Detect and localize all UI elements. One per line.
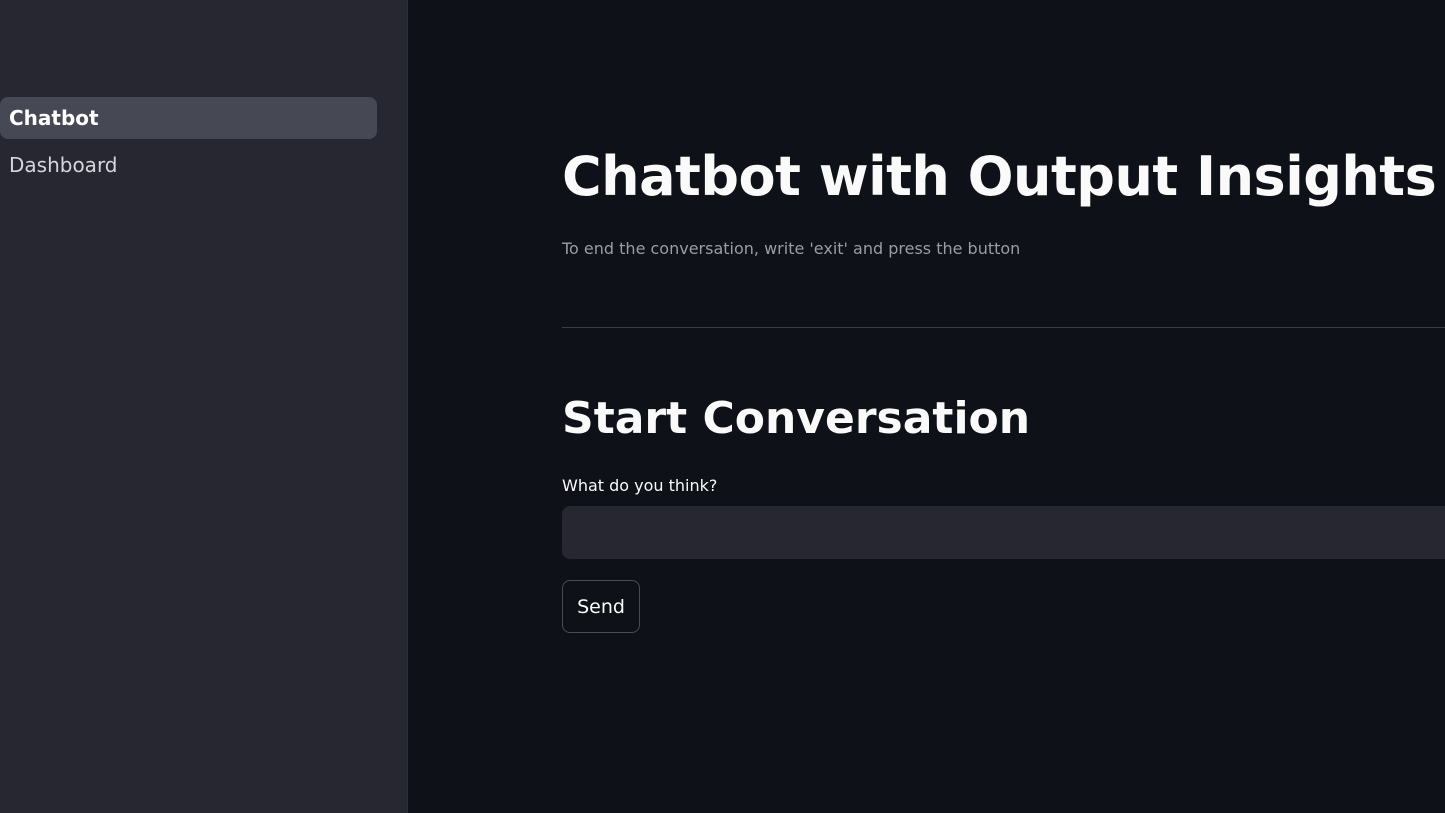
sidebar: Chatbot Dashboard [0,0,408,813]
page-title: Chatbot with Output Insights [562,145,1437,208]
page-caption: To end the conversation, write 'exit' an… [562,239,1021,258]
section-heading: Start Conversation [562,393,1031,444]
message-input[interactable] [562,506,1445,559]
section-divider [562,327,1445,328]
send-button[interactable]: Send [562,580,640,633]
app-window: Chatbot Dashboard Chatbot with Output In… [0,0,1445,813]
sidebar-nav: Chatbot Dashboard [0,97,377,191]
message-input-label: What do you think? [562,476,718,495]
sidebar-item-dashboard[interactable]: Dashboard [0,144,377,186]
sidebar-item-chatbot[interactable]: Chatbot [0,97,377,139]
main-content: Chatbot with Output Insights To end the … [408,0,1445,813]
